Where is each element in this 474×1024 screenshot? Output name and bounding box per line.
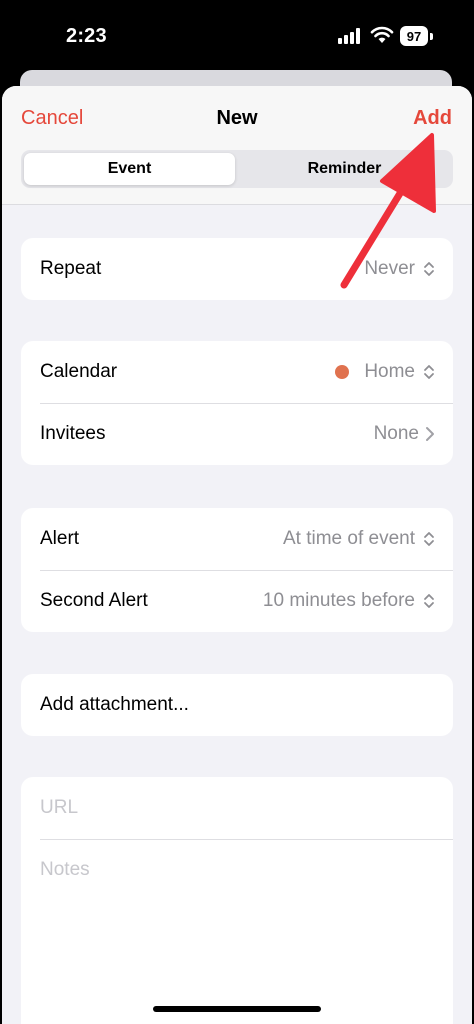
home-indicator[interactable] [153, 1006, 321, 1012]
attachment-group: Add attachment... [21, 674, 453, 736]
invitees-value: None [373, 423, 419, 444]
sheet-title: New [216, 107, 258, 129]
url-notes-group: URL Notes [21, 777, 453, 1024]
invitees-label: Invitees [40, 423, 106, 444]
alert-row[interactable]: Alert At time of event [21, 508, 453, 570]
calendar-row[interactable]: Calendar Home [21, 341, 453, 403]
chevron-up-down-icon [424, 532, 434, 546]
chevron-up-down-icon [424, 262, 434, 276]
chevron-up-down-icon [424, 594, 434, 608]
new-event-sheet: Cancel New Add Event Reminder Repeat Nev… [2, 86, 472, 1024]
alert-label: Alert [40, 528, 80, 549]
segment-event[interactable]: Event [24, 153, 235, 185]
calendar-label: Calendar [40, 361, 118, 382]
sheet-header: Cancel New Add Event Reminder [2, 86, 472, 205]
repeat-label: Repeat [40, 258, 102, 279]
chevron-right-icon [426, 427, 434, 441]
second-alert-label: Second Alert [40, 590, 148, 611]
battery-tip [430, 33, 433, 40]
repeat-row[interactable]: Repeat Never [21, 238, 453, 300]
cellular-signal-icon [338, 28, 360, 44]
add-attachment-row[interactable]: Add attachment... [21, 674, 453, 736]
screen: 2:23 97 Cancel New Add Event Reminder Re… [0, 0, 474, 1024]
repeat-value: Never [364, 258, 415, 279]
repeat-group: Repeat Never [21, 238, 453, 300]
segment-reminder-label: Reminder [307, 160, 382, 177]
add-attachment-label: Add attachment... [40, 694, 189, 715]
event-reminder-segmented-control: Event Reminder [21, 150, 453, 188]
url-placeholder: URL [40, 797, 79, 818]
calendar-color-dot [335, 365, 349, 379]
second-alert-row[interactable]: Second Alert 10 minutes before [21, 570, 453, 632]
invitees-row[interactable]: Invitees None [21, 403, 453, 465]
battery-indicator: 97 [400, 26, 428, 46]
status-time: 2:23 [66, 25, 107, 47]
battery-level: 97 [406, 28, 422, 44]
notes-field[interactable]: Notes [21, 839, 453, 901]
alerts-group: Alert At time of event Second Alert 10 m… [21, 508, 453, 632]
url-field[interactable]: URL [21, 777, 453, 839]
status-bar: 2:23 97 [0, 0, 474, 74]
segment-event-label: Event [107, 160, 152, 177]
segment-reminder[interactable]: Reminder [239, 153, 450, 185]
second-alert-value: 10 minutes before [262, 590, 415, 611]
calendar-value: Home [364, 361, 415, 382]
chevron-up-down-icon [424, 365, 434, 379]
alert-value: At time of event [282, 528, 415, 549]
add-button[interactable]: Add [413, 107, 452, 130]
wifi-icon [370, 26, 394, 43]
calendar-group: Calendar Home Invitees None [21, 341, 453, 465]
notes-placeholder: Notes [40, 859, 90, 880]
